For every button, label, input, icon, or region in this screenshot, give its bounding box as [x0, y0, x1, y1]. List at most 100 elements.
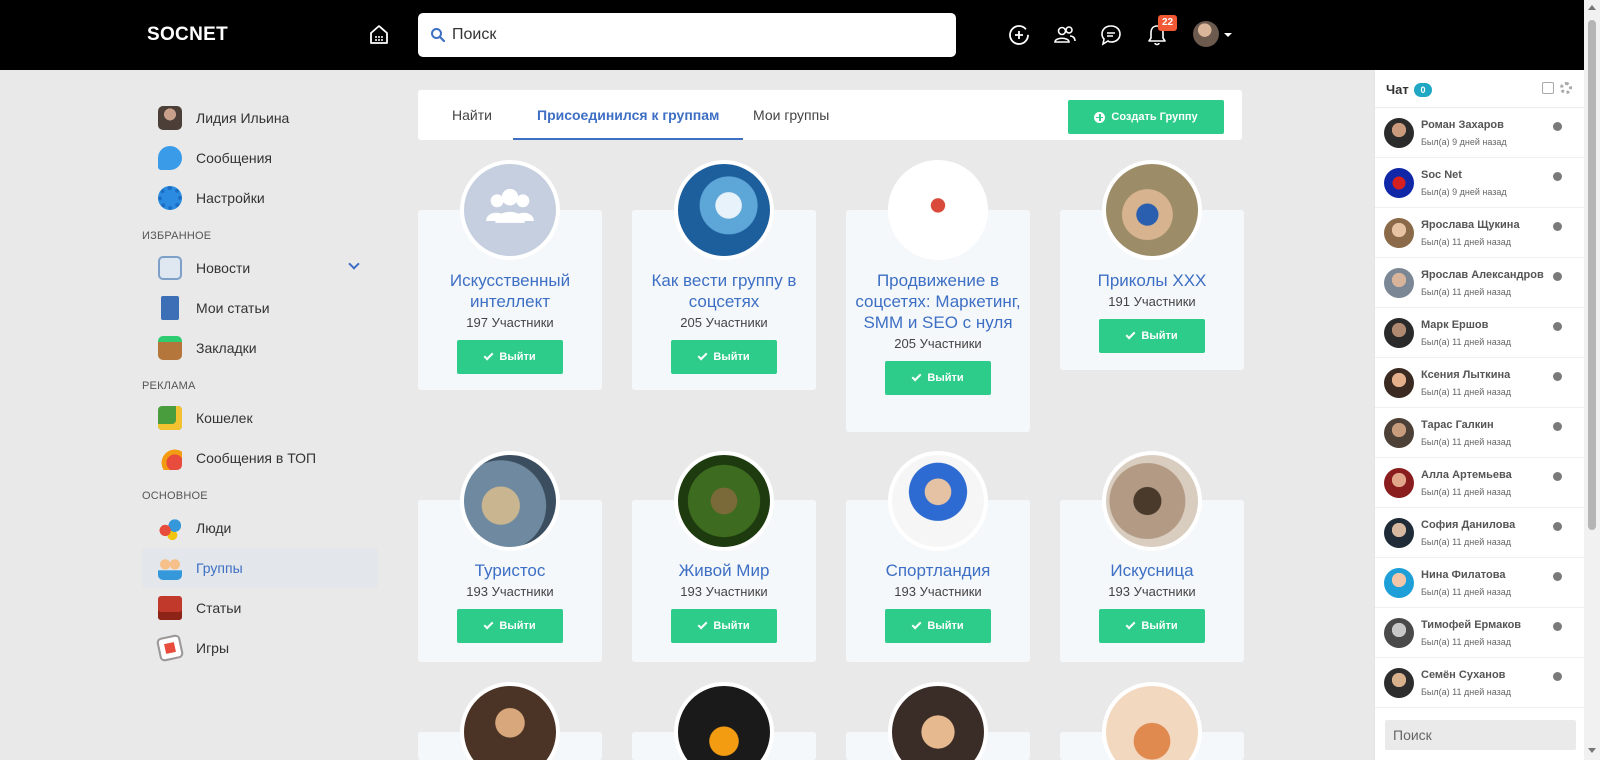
sidebar-item-games[interactable]: Игры: [142, 628, 378, 668]
search-box[interactable]: [418, 13, 956, 57]
sidebar-item-groups[interactable]: Группы: [142, 548, 378, 588]
leave-group-button[interactable]: Выйти: [671, 340, 777, 374]
leave-group-button[interactable]: Выйти: [1099, 609, 1205, 643]
leave-group-button[interactable]: Выйти: [457, 340, 563, 374]
home-icon[interactable]: [366, 22, 392, 48]
book-icon: [161, 296, 179, 320]
avatar: [1384, 118, 1414, 148]
leave-group-button[interactable]: Выйти: [885, 609, 991, 643]
group-members: 193 Участники: [466, 584, 554, 599]
tab-my-groups[interactable]: Мои группы: [753, 90, 829, 140]
group-avatar[interactable]: [888, 682, 988, 760]
group-avatar[interactable]: [888, 160, 988, 260]
chat-contact[interactable]: Ярослава Щукина Был(а) 11 дней назад: [1375, 208, 1584, 258]
group-avatar[interactable]: [1102, 451, 1202, 551]
group-avatar[interactable]: [674, 451, 774, 551]
leave-group-button[interactable]: Выйти: [457, 609, 563, 643]
group-avatar[interactable]: [674, 682, 774, 760]
sidebar-item-messages[interactable]: Сообщения: [142, 138, 378, 178]
contact-name: София Данилова: [1421, 519, 1516, 531]
sidebar-item-settings[interactable]: Настройки: [142, 178, 378, 218]
contact-name: Тарас Галкин: [1421, 419, 1494, 431]
group-placeholder-icon: [486, 188, 534, 223]
tab-find[interactable]: Найти: [452, 90, 492, 140]
sidebar-item-people[interactable]: Люди: [142, 508, 378, 548]
leave-label: Выйти: [1141, 620, 1178, 632]
scroll-down-icon[interactable]: [1588, 748, 1596, 753]
group-title[interactable]: Спортландия: [854, 560, 1022, 581]
group-avatar[interactable]: [888, 451, 988, 551]
group-members: 193 Участники: [680, 584, 768, 599]
group-title[interactable]: Искусница: [1068, 560, 1236, 581]
search-input[interactable]: [452, 13, 942, 57]
group-avatar[interactable]: [460, 451, 560, 551]
avatar: [1384, 418, 1414, 448]
group-title[interactable]: Туристос: [426, 560, 594, 581]
create-group-button[interactable]: Создать Группу: [1068, 100, 1224, 134]
group-title[interactable]: Как вести группу в соцсетях: [640, 270, 808, 312]
contact-status: Был(а) 9 дней назад: [1421, 137, 1507, 147]
leave-group-button[interactable]: Выйти: [671, 609, 777, 643]
contact-name: Ксения Лыткина: [1421, 369, 1511, 381]
chevron-down-icon[interactable]: [348, 258, 360, 270]
avatar: [1384, 368, 1414, 398]
sidebar-item-profile[interactable]: Лидия Ильина: [142, 98, 378, 138]
offline-dot-icon: [1553, 672, 1562, 681]
tab-joined[interactable]: Присоединился к группам: [513, 90, 744, 140]
sidebar-item-label: Сообщения: [196, 150, 272, 166]
group-avatar[interactable]: [460, 160, 560, 260]
chat-contact[interactable]: Тарас Галкин Был(а) 11 дней назад: [1375, 408, 1584, 458]
caret-down-icon[interactable]: [1224, 33, 1232, 37]
chat-contact[interactable]: Нина Филатова Был(а) 11 дней назад: [1375, 558, 1584, 608]
sidebar-item-wallet[interactable]: Кошелек: [142, 398, 378, 438]
comet-icon: [158, 446, 182, 470]
leave-group-button[interactable]: Выйти: [885, 361, 991, 395]
check-icon: [911, 619, 922, 630]
leave-label: Выйти: [927, 620, 964, 632]
friends-icon[interactable]: [1052, 22, 1078, 48]
edit-icon[interactable]: [1542, 82, 1554, 94]
avatar[interactable]: [1193, 21, 1219, 47]
group-avatar[interactable]: [1102, 160, 1202, 260]
chat-contact[interactable]: Семён Суханов Был(а) 11 дней назад: [1375, 658, 1584, 708]
plus-circle-icon: [1094, 111, 1106, 123]
add-circle-icon[interactable]: [1006, 22, 1032, 48]
chat-contact[interactable]: Роман Захаров Был(а) 9 дней назад: [1375, 108, 1584, 158]
sidebar-item-my-articles[interactable]: Мои статьи: [142, 288, 378, 328]
wallet-icon: [158, 406, 182, 430]
sidebar-item-top-messages[interactable]: Сообщения в ТОП: [142, 438, 378, 478]
messages-icon[interactable]: [1098, 22, 1124, 48]
chat-contact[interactable]: Тимофей Ермаков Был(а) 11 дней назад: [1375, 608, 1584, 658]
sidebar-item-bookmarks[interactable]: Закладки: [142, 328, 378, 368]
sidebar-item-articles[interactable]: Статьи: [142, 588, 378, 628]
group-avatar[interactable]: [674, 160, 774, 260]
group-members: 197 Участники: [466, 315, 554, 330]
sidebar-item-label: Лидия Ильина: [196, 110, 290, 126]
leave-group-button[interactable]: Выйти: [1099, 319, 1205, 353]
sidebar-item-label: Люди: [196, 520, 232, 536]
offline-dot-icon: [1553, 322, 1562, 331]
offline-dot-icon: [1553, 222, 1562, 231]
gear-icon: [158, 186, 182, 210]
group-avatar[interactable]: [460, 682, 560, 760]
scrollbar-thumb[interactable]: [1588, 20, 1596, 530]
check-icon: [483, 619, 494, 630]
chat-contact[interactable]: Марк Ершов Был(а) 11 дней назад: [1375, 308, 1584, 358]
group-title[interactable]: Приколы XXX: [1068, 270, 1236, 291]
gear-icon[interactable]: [1560, 82, 1572, 94]
group-title[interactable]: Искусственный интеллект: [426, 270, 594, 312]
chat-search-input[interactable]: [1385, 720, 1576, 750]
scroll-up-icon[interactable]: [1588, 5, 1596, 10]
contact-name: Семён Суханов: [1421, 669, 1506, 681]
chat-contact[interactable]: Soc Net Был(а) 9 дней назад: [1375, 158, 1584, 208]
group-title[interactable]: Живой Мир: [640, 560, 808, 581]
chat-contact[interactable]: Ксения Лыткина Был(а) 11 дней назад: [1375, 358, 1584, 408]
group-title[interactable]: Продвижение в соцсетях: Маркетинг, SMM и…: [854, 270, 1022, 333]
sidebar-item-news[interactable]: Новости: [142, 248, 378, 288]
chat-contact[interactable]: Ярослав Александров Был(а) 11 дней назад: [1375, 258, 1584, 308]
logo[interactable]: SOCNET: [147, 24, 228, 46]
page-scrollbar[interactable]: [1584, 0, 1600, 760]
chat-contact[interactable]: Алла Артемьева Был(а) 11 дней назад: [1375, 458, 1584, 508]
chat-contact[interactable]: София Данилова Был(а) 11 дней назад: [1375, 508, 1584, 558]
group-avatar[interactable]: [1102, 682, 1202, 760]
